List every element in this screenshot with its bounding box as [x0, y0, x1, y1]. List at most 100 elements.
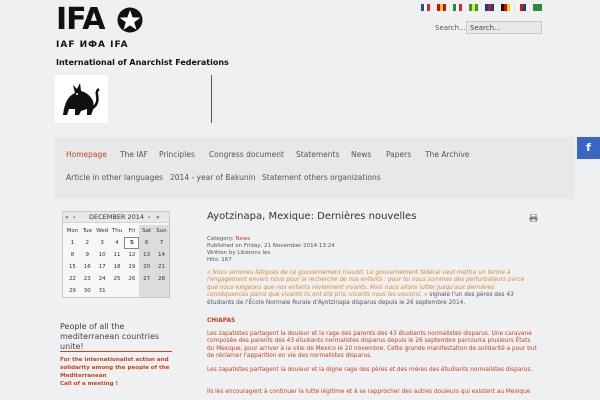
calendar-day[interactable]: 30: [80, 285, 95, 297]
calendar-day[interactable]: 8: [65, 249, 80, 261]
prev-year-button[interactable]: «: [65, 213, 69, 222]
calendar-weekday: Thu: [111, 228, 123, 234]
category-label: Category:: [207, 236, 234, 242]
italian-flag[interactable]: [453, 4, 462, 11]
calendar-day[interactable]: 9: [80, 249, 95, 261]
calendar-day[interactable]: 24: [95, 273, 110, 285]
nav-item-the-archive[interactable]: The Archive: [425, 150, 469, 160]
nav-item-news[interactable]: News: [351, 150, 371, 160]
spanish-flag[interactable]: [437, 4, 446, 11]
search-label: Search...: [435, 24, 466, 32]
language-flags: [421, 4, 542, 12]
nav-item-statement-others[interactable]: Statement others organizations: [262, 173, 381, 183]
calendar-day: [124, 285, 139, 297]
nav-item-statements[interactable]: Statements: [296, 150, 339, 160]
article-paragraph: Les zapatistes partagent la douleur et l…: [207, 331, 537, 360]
article-title[interactable]: Ayotzinapa, Mexique: Dernières nouvelles: [207, 211, 416, 223]
czech-flag[interactable]: [517, 4, 526, 11]
arabic-flag[interactable]: [533, 4, 542, 11]
calendar-day[interactable]: 15: [65, 261, 80, 273]
calendar-day[interactable]: 28: [154, 273, 169, 285]
article-hits: Hits: 167: [207, 257, 232, 263]
british-flag[interactable]: [485, 4, 494, 11]
black-cat-icon: [63, 83, 100, 115]
french-flag[interactable]: [421, 4, 430, 11]
calendar-day[interactable]: 22: [65, 273, 80, 285]
calendar-day[interactable]: 7: [154, 237, 169, 249]
nav-item-year-of-bakunin[interactable]: 2014 - year of Bakunin: [170, 173, 256, 183]
category-link[interactable]: News: [235, 236, 250, 242]
sidebar-text[interactable]: For the internationalist action and soli…: [60, 356, 172, 388]
calendar-day[interactable]: 25: [110, 273, 125, 285]
sidebar-divider: [60, 351, 172, 352]
article-published: Published on Friday, 21 November 2014 13…: [207, 243, 335, 249]
calendar-day[interactable]: 26: [124, 273, 139, 285]
facebook-share-button[interactable]: f: [577, 137, 600, 159]
calendar-day: [110, 285, 125, 297]
sidebar-text-line1: For the internationalist action and soli…: [60, 357, 170, 379]
calendar-day[interactable]: 21: [154, 261, 169, 273]
calendar-weekday: Sat: [139, 225, 155, 237]
calendar-grid: Mon Tue Wed Thu Fri Sat Sun 1 2 3 4 5 6 7 8 9 10 11 12 13 14…: [65, 225, 169, 297]
calendar-day[interactable]: 12: [124, 249, 139, 261]
calendar-weekday: Wed: [96, 228, 109, 234]
article-quote: « Nous sommes fatigués de ce gouvernemen…: [207, 270, 537, 307]
calendar-day[interactable]: 17: [95, 261, 110, 273]
calendar-week-row: 29 30 31: [65, 285, 169, 297]
calendar-day[interactable]: 18: [110, 261, 125, 273]
print-icon[interactable]: [529, 214, 538, 222]
article-paragraph: Ils les encouragent à continuer la lutte…: [207, 389, 531, 395]
site-logo[interactable]: IFA IAF ИФА IFA: [56, 5, 146, 55]
calendar-weekday: Fri: [128, 228, 136, 234]
german-flag[interactable]: [501, 4, 510, 11]
calendar-day[interactable]: 4: [110, 237, 125, 249]
section-heading: CHIAPAS: [207, 318, 236, 324]
search-input[interactable]: [466, 21, 542, 34]
article-category: Category: News: [207, 236, 250, 243]
calendar-widget: « ‹ DECEMBER 2014 › » Mon Tue Wed Thu Fri Sat…: [62, 211, 170, 298]
calendar-day[interactable]: 31: [95, 285, 110, 297]
calendar-week-row: 22 23 24 25 26 27 28: [65, 273, 169, 285]
calendar-day[interactable]: 16: [80, 261, 95, 273]
calendar-title: DECEMBER 2014: [89, 213, 145, 221]
logo-text: IFA: [56, 2, 105, 37]
calendar-day[interactable]: 29: [65, 285, 80, 297]
calendar-day[interactable]: 6: [139, 237, 155, 249]
calendar-weekday-row: Mon Tue Wed Thu Fri Sat Sun: [65, 225, 169, 237]
calendar-day[interactable]: 19: [124, 261, 139, 273]
star-icon: [117, 7, 143, 33]
nav-item-the-iaf[interactable]: The IAF: [120, 150, 148, 160]
article-paragraph: Les zapatistes partagent la douleur et l…: [207, 367, 533, 373]
calendar-day[interactable]: 11: [110, 249, 125, 261]
calendar-day[interactable]: 5: [124, 237, 140, 249]
calendar-day[interactable]: 1: [65, 237, 80, 249]
header-divider: [211, 75, 212, 123]
calendar-weekday: Sun: [154, 225, 169, 237]
nav-item-congress-document[interactable]: Congress document: [209, 150, 284, 160]
logo-subtitle: IAF ИФА IFA: [56, 40, 129, 50]
calendar-day[interactable]: 14: [154, 249, 169, 261]
next-month-button[interactable]: ›: [148, 213, 150, 222]
calendar-day[interactable]: 13: [139, 249, 155, 261]
calendar-day[interactable]: 27: [139, 273, 155, 285]
calendar-day[interactable]: 3: [95, 237, 110, 249]
calendar-weekday: Mon: [66, 228, 79, 234]
facebook-icon: f: [586, 141, 591, 154]
calendar-day[interactable]: 10: [95, 249, 110, 261]
calendar-day: [139, 285, 155, 297]
calendar-weekday: Tue: [82, 228, 92, 234]
next-year-button[interactable]: »: [156, 213, 160, 222]
calendar-day[interactable]: 2: [80, 237, 95, 249]
nav-item-papers[interactable]: Papers: [386, 150, 411, 160]
calendar-day[interactable]: 23: [80, 273, 95, 285]
calendar-week-row: 1234567: [65, 237, 169, 249]
calendar-day[interactable]: 20: [139, 261, 155, 273]
brazilian-flag[interactable]: [469, 4, 478, 11]
site-title: International of Anarchist Federations: [56, 58, 229, 67]
nav-item-article-other-languages[interactable]: Article in other languages: [66, 173, 163, 183]
nav-item-principles[interactable]: Principles: [159, 150, 195, 160]
nav-item-homepage[interactable]: Homepage: [66, 150, 107, 160]
black-cat-logo[interactable]: [55, 75, 108, 123]
calendar-day: [154, 285, 169, 297]
prev-month-button[interactable]: ‹: [73, 213, 75, 222]
